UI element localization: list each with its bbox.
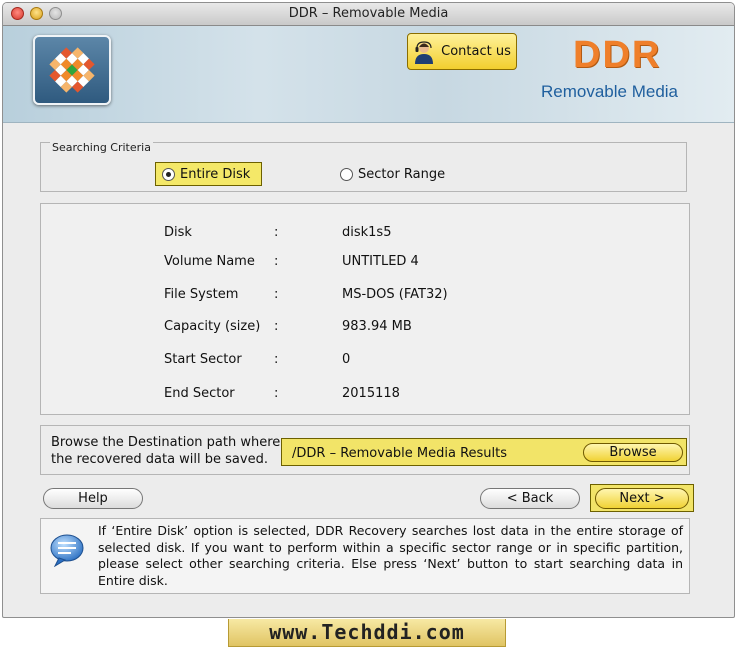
help-button[interactable]: Help <box>43 488 143 509</box>
destination-prompt-line: Browse the Destination path where <box>51 435 281 450</box>
window-controls <box>11 7 62 20</box>
website-url: www.Techddi.com <box>228 619 506 647</box>
next-button-highlight: Next > <box>590 484 694 512</box>
disk-info-row: End Sector : 2015118 <box>41 386 689 404</box>
disk-info-label: Disk <box>164 225 192 240</box>
sector-range-label: Sector Range <box>358 166 446 182</box>
speech-bubble-icon <box>50 534 84 567</box>
disk-info-label: Start Sector <box>164 352 242 367</box>
disk-info-row: Start Sector : 0 <box>41 352 689 370</box>
title-bar: DDR – Removable Media <box>3 3 734 26</box>
disk-info-label: File System <box>164 287 239 302</box>
brand-name: DDR <box>573 34 662 76</box>
header-banner: Contact us DDR Removable Media <box>3 26 734 123</box>
disk-info-panel: Disk : disk1s5 Volume Name : UNTITLED 4 … <box>40 203 690 415</box>
destination-panel: Browse the Destination path where the re… <box>40 425 690 475</box>
destination-prompt: Browse the Destination path where the re… <box>51 434 281 468</box>
disk-info-row: Disk : disk1s5 <box>41 225 689 243</box>
disk-info-separator: : <box>274 386 279 401</box>
disk-info-label: Capacity (size) <box>164 319 261 334</box>
radio-selected-icon <box>162 167 175 181</box>
destination-path-value: /DDR – Removable Media Results <box>292 446 508 461</box>
disk-info-value: 983.94 MB <box>342 319 412 334</box>
help-info-panel: If ‘Entire Disk’ option is selected, DDR… <box>40 518 690 594</box>
zoom-window-button[interactable] <box>49 7 62 20</box>
minimize-window-button[interactable] <box>30 7 43 20</box>
entire-disk-radio[interactable]: Entire Disk <box>155 162 262 186</box>
disk-info-value: 0 <box>342 352 351 367</box>
destination-path-field[interactable]: /DDR – Removable Media Results Browse <box>281 438 687 466</box>
help-text: If ‘Entire Disk’ option is selected, DDR… <box>98 523 683 588</box>
app-logo-icon <box>33 35 111 105</box>
sector-range-radio[interactable]: Sector Range <box>340 164 445 184</box>
checker-logo-icon <box>49 47 95 93</box>
disk-info-separator: : <box>274 225 279 240</box>
disk-info-value: UNTITLED 4 <box>342 254 419 269</box>
disk-info-value: disk1s5 <box>342 225 392 240</box>
disk-info-separator: : <box>274 254 279 269</box>
disk-info-separator: : <box>274 352 279 367</box>
disk-info-separator: : <box>274 287 279 302</box>
disk-info-value: 2015118 <box>342 386 400 401</box>
contact-us-button[interactable]: Contact us <box>407 33 517 70</box>
window-title: DDR – Removable Media <box>288 6 449 21</box>
support-agent-icon <box>415 40 434 64</box>
disk-info-row: Capacity (size) : 983.94 MB <box>41 319 689 337</box>
entire-disk-label: Entire Disk <box>180 166 251 182</box>
close-window-button[interactable] <box>11 7 24 20</box>
brand-subtitle: Removable Media <box>541 82 679 101</box>
disk-info-value: MS-DOS (FAT32) <box>342 287 448 302</box>
disk-info-separator: : <box>274 319 279 334</box>
destination-prompt-line: the recovered data will be saved. <box>51 452 268 467</box>
searching-criteria-legend: Searching Criteria <box>50 141 153 154</box>
disk-info-label: End Sector <box>164 386 235 401</box>
radio-unselected-icon <box>340 167 353 181</box>
browse-button[interactable]: Browse <box>583 443 683 462</box>
back-button[interactable]: < Back <box>480 488 580 509</box>
disk-info-row: Volume Name : UNTITLED 4 <box>41 254 689 272</box>
disk-info-label: Volume Name <box>164 254 255 269</box>
contact-us-label: Contact us <box>441 44 511 59</box>
disk-info-row: File System : MS-DOS (FAT32) <box>41 287 689 305</box>
next-button[interactable]: Next > <box>595 488 689 509</box>
